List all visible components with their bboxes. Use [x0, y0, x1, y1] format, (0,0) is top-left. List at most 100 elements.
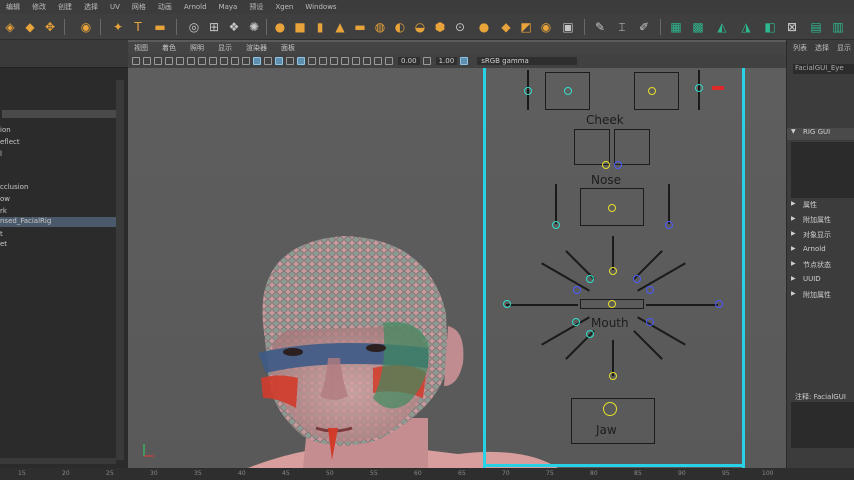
isolate-icon[interactable]: [363, 57, 371, 65]
outliner-item[interactable]: cclusion: [0, 183, 116, 193]
section-rig-gui[interactable]: RIG GUI: [787, 128, 854, 140]
cheek-dot-left[interactable]: [602, 161, 610, 169]
section-extra[interactable]: 附加属性: [787, 215, 854, 227]
menu-item[interactable]: 编辑: [6, 2, 20, 12]
star-icon[interactable]: ✦: [110, 19, 126, 35]
poly-cube-icon[interactable]: ⬢: [432, 19, 448, 35]
outliner-filter[interactable]: [2, 110, 120, 118]
bookmark-icon[interactable]: [143, 57, 151, 65]
viewport-menu-item[interactable]: 面板: [281, 43, 295, 53]
mouth-ur-dot-2[interactable]: [646, 286, 654, 294]
eye-ctrl-dot-right[interactable]: [648, 87, 656, 95]
camera-icon[interactable]: [132, 57, 140, 65]
uv-editor-icon[interactable]: ▥: [830, 19, 846, 35]
eye-ctrl-box-right[interactable]: [634, 72, 679, 110]
safe-title-icon[interactable]: [231, 57, 239, 65]
mouth-right-dot[interactable]: [715, 300, 723, 308]
color-space-dropdown[interactable]: sRGB gamma: [477, 57, 578, 65]
shadows-icon[interactable]: [297, 57, 305, 65]
nurbs-torus-icon[interactable]: ◆: [498, 19, 514, 35]
menu-item[interactable]: 创建: [58, 2, 72, 12]
nose-slider-left[interactable]: [555, 184, 557, 224]
exposure-field[interactable]: 0.00: [398, 57, 420, 65]
aa-icon[interactable]: [330, 57, 338, 65]
mouth-bottom-dot[interactable]: [609, 372, 617, 380]
outliner-item-selected[interactable]: nsed_FacialRig: [0, 217, 116, 227]
notes-field[interactable]: [791, 402, 854, 448]
cheek-box-right[interactable]: [614, 129, 650, 165]
viewport-menu-item[interactable]: 渲染器: [246, 43, 267, 53]
mouth-top-slider[interactable]: [612, 236, 614, 270]
mouth-ll-dot[interactable]: [572, 318, 580, 326]
eye-ctrl-dot-left[interactable]: [564, 87, 572, 95]
ao-icon[interactable]: [308, 57, 316, 65]
text-icon[interactable]: T: [130, 19, 146, 35]
eye-dot-right[interactable]: [695, 84, 703, 92]
viewport-menu-item[interactable]: 着色: [162, 43, 176, 53]
section-uuid[interactable]: UUID: [787, 275, 854, 287]
bracket-icon[interactable]: ⌶: [614, 19, 630, 35]
gate-mask-icon[interactable]: [198, 57, 206, 65]
mouth-lr-dot[interactable]: [646, 318, 654, 326]
cone-icon[interactable]: ▲: [332, 19, 348, 35]
pen-icon[interactable]: ✎: [592, 19, 608, 35]
nose-dot-right[interactable]: [665, 221, 673, 229]
menu-item[interactable]: Maya: [219, 3, 238, 11]
menu-item[interactable]: Arnold: [184, 3, 207, 11]
cheek-dot-right[interactable]: [614, 161, 622, 169]
outliner-item[interactable]: ow: [0, 195, 116, 205]
mouth-left-slider[interactable]: [506, 304, 578, 306]
sphere-icon[interactable]: ●: [272, 19, 288, 35]
gamma-field[interactable]: 1.00: [435, 57, 458, 65]
disk-icon[interactable]: ◒: [412, 19, 428, 35]
combine-icon[interactable]: ▣: [560, 19, 576, 35]
mouth-ur-dot[interactable]: [633, 275, 641, 283]
time-slider[interactable]: 15 20 25 30 35 40 45 50 55 60 65 70 75 8…: [0, 468, 854, 480]
lasso-icon[interactable]: ◈: [2, 19, 18, 35]
menu-item[interactable]: 动画: [158, 2, 172, 12]
section-node-state[interactable]: 节点状态: [787, 260, 854, 272]
cluster-icon[interactable]: ❖: [226, 19, 242, 35]
move-icon[interactable]: ◆: [22, 19, 38, 35]
viewport-menu-item[interactable]: 显示: [218, 43, 232, 53]
menu-item[interactable]: 选择: [84, 2, 98, 12]
section-extra-attrs[interactable]: 附加属性: [787, 290, 854, 302]
wireframe-icon[interactable]: [242, 57, 250, 65]
xray-joints-icon[interactable]: [352, 57, 360, 65]
nurbs-cube-icon[interactable]: ◩: [518, 19, 534, 35]
snap-icon[interactable]: ◎: [186, 19, 202, 35]
resolution-gate-icon[interactable]: [187, 57, 195, 65]
viewport-menu-item[interactable]: 照明: [190, 43, 204, 53]
uv-layout-icon[interactable]: ▦: [668, 19, 684, 35]
rotate-icon[interactable]: ✥: [42, 19, 58, 35]
node-name-field[interactable]: FacialGUI_Eye: [793, 64, 854, 74]
menu-item[interactable]: Xgen: [275, 3, 293, 11]
cylinder-icon[interactable]: ▮: [312, 19, 328, 35]
nurbs-cylinder-icon[interactable]: ◉: [538, 19, 554, 35]
attr-tab[interactable]: 显示: [837, 43, 851, 53]
torus-icon[interactable]: ◍: [372, 19, 388, 35]
pipe-icon[interactable]: ◐: [392, 19, 408, 35]
menu-item[interactable]: 网格: [132, 2, 146, 12]
field-chart-icon[interactable]: [209, 57, 217, 65]
plane-icon[interactable]: ▬: [352, 19, 368, 35]
nose-slider-right[interactable]: [668, 184, 670, 224]
menu-item[interactable]: Windows: [305, 3, 336, 11]
xray-icon[interactable]: [341, 57, 349, 65]
uv-planar-icon[interactable]: ◧: [762, 19, 778, 35]
section-arnold[interactable]: Arnold: [787, 245, 854, 257]
jaw-dot[interactable]: [603, 402, 617, 416]
mouth-ul-dot-2[interactable]: [573, 286, 581, 294]
outliner-item[interactable]: et: [0, 240, 116, 250]
red-manip-marker[interactable]: [712, 86, 724, 90]
motion-blur-icon[interactable]: [319, 57, 327, 65]
svg-icon[interactable]: ▬: [152, 19, 168, 35]
eye-dot-left[interactable]: [524, 87, 532, 95]
nose-ctrl-dot[interactable]: [608, 204, 616, 212]
safe-action-icon[interactable]: [220, 57, 228, 65]
hud-icon[interactable]: [374, 57, 382, 65]
soft-select-icon[interactable]: ◉: [78, 19, 94, 35]
mouth-ll-dot-2[interactable]: [586, 330, 594, 338]
textured-icon[interactable]: [275, 57, 283, 65]
lattice-icon[interactable]: ⊞: [206, 19, 222, 35]
